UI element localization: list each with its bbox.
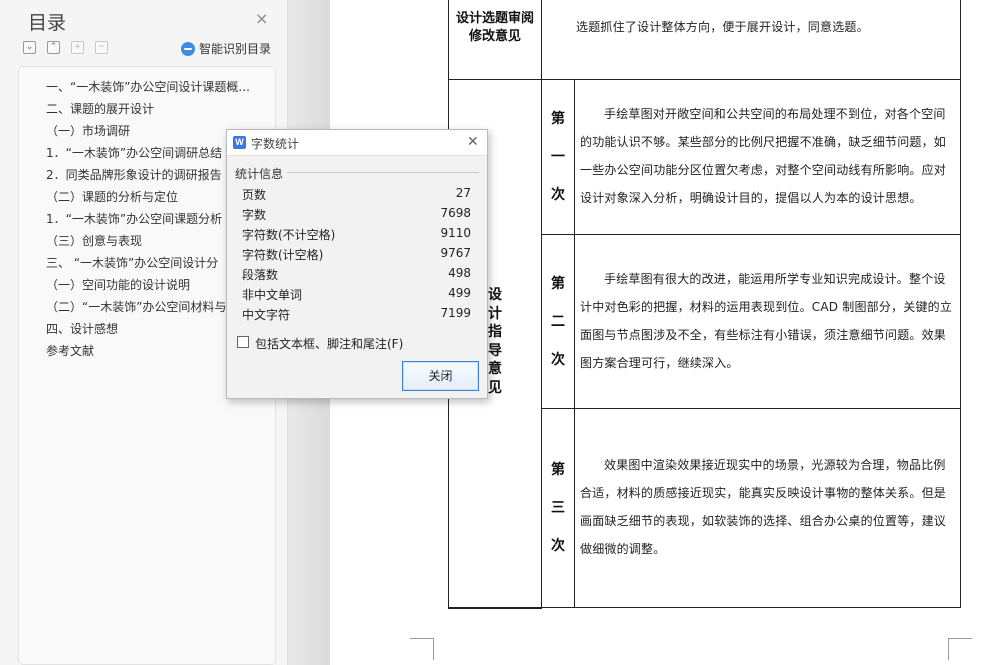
round-ordinal: 一 [551,149,565,165]
evaluation-table: 设计选题审阅修改意见 选题抓住了设计整体方向，便于展开设计，同意选题。 设 计 … [448,0,961,609]
smart-toc-label: 智能识别目录 [199,42,272,56]
dialog-close-icon[interactable]: ✕ [467,135,479,149]
stat-value-non-chinese-words: 499 [448,286,471,300]
round-ordinal: 次 [551,187,565,203]
close-button[interactable]: 关闭 [402,361,479,391]
round-ordinal: 二 [551,314,565,330]
toc-title: 目录 [28,12,67,34]
dialog-title: 字数统计 [251,137,300,151]
toc-item[interactable]: （二）课题的分析与定位 [46,188,178,205]
stat-label-words: 字数 [242,208,267,222]
toc-item[interactable]: 1．“一木装饰”办公空间课题分析 [46,210,222,227]
round-ordinal: 第 [551,462,565,478]
stats-section-label: 统计信息 [235,167,284,181]
smart-recognize-icon [181,42,195,56]
toc-item[interactable]: 1．“一木装饰”办公空间调研总结 [46,144,222,161]
stat-value-chars-with-spaces: 9767 [440,246,471,260]
stat-label-chars-with-spaces: 字符数(计空格) [242,248,324,262]
toc-item[interactable]: 四、设计感想 [46,320,118,337]
stat-label-chars-no-spaces: 字符数(不计空格) [242,228,336,242]
round-ordinal: 次 [551,352,565,368]
stat-label-non-chinese-words: 非中文单词 [242,288,303,302]
toc-close-icon[interactable]: × [255,11,268,27]
toc-item[interactable]: （一）空间功能的设计说明 [46,276,190,293]
stat-value-chinese-chars: 7199 [440,306,471,320]
round-ordinal: 第 [551,276,565,292]
review-label: 设计选题审阅修改意见 [455,11,534,44]
toc-item[interactable]: （一）市场调研 [46,122,130,139]
round-text: 手绘草图对开敞空间和公共空间的布局处理不到位，对各个空间的功能认识不够。某些部分… [580,107,947,205]
stat-value-pages: 27 [455,186,471,200]
toc-item[interactable]: （三）创意与表现 [46,232,142,249]
toc-item[interactable]: 二、课题的展开设计 [46,100,154,117]
include-textbox-checkbox[interactable] [237,336,249,348]
stat-value-words: 7698 [440,206,471,220]
review-text: 选题抓住了设计整体方向，便于展开设计，同意选题。 [576,20,869,34]
toc-item[interactable]: （二）“一木装饰”办公空间材料与 [46,298,226,315]
crop-mark [410,638,434,660]
stat-value-chars-no-spaces: 9110 [440,226,471,240]
toc-item[interactable]: 参考文献 [46,342,94,359]
toc-item[interactable]: 三、 “一木装饰”办公空间设计分 [46,254,218,271]
include-textbox-label[interactable]: 包括文本框、脚注和尾注(F) [255,335,403,352]
round-ordinal: 三 [551,500,565,516]
toc-item[interactable]: 一、“一木装饰”办公空间设计课题概... [46,78,268,95]
word-count-dialog: W 字数统计 ✕ 统计信息 页数 27 字数 7698 字符数(不计空格) 91… [226,129,488,399]
smart-toc-button[interactable]: 智能识别目录 [181,40,271,57]
expand-all-icon[interactable]: ⌃ [47,41,60,54]
round-text: 手绘草图有很大的改进，能运用所学专业知识完成设计。整个设计中对色彩的把握，材料的… [580,272,953,370]
crop-mark [948,638,972,660]
app-logo-icon: W [233,136,246,149]
round-ordinal: 第 [551,111,565,127]
stat-value-paragraphs: 498 [448,266,471,280]
stat-label-chinese-chars: 中文字符 [242,308,291,322]
remove-heading-icon[interactable]: − [95,41,108,54]
stat-label-pages: 页数 [242,188,267,202]
section-divider [287,172,479,173]
add-heading-icon[interactable]: + [71,41,84,54]
round-text: 效果图中渲染效果接近现实中的场景，光源较为合理，物品比例合适，材料的质感接近现实… [580,458,947,556]
toc-item[interactable]: 2．同类品牌形象设计的调研报告 [46,166,222,183]
dialog-titlebar[interactable]: W 字数统计 ✕ [227,130,487,156]
stat-label-paragraphs: 段落数 [242,268,279,282]
round-ordinal: 次 [551,538,565,554]
collapse-all-icon[interactable]: ⌄ [23,41,36,54]
guidance-label: 设 计 指 导 意 见 [488,287,502,396]
